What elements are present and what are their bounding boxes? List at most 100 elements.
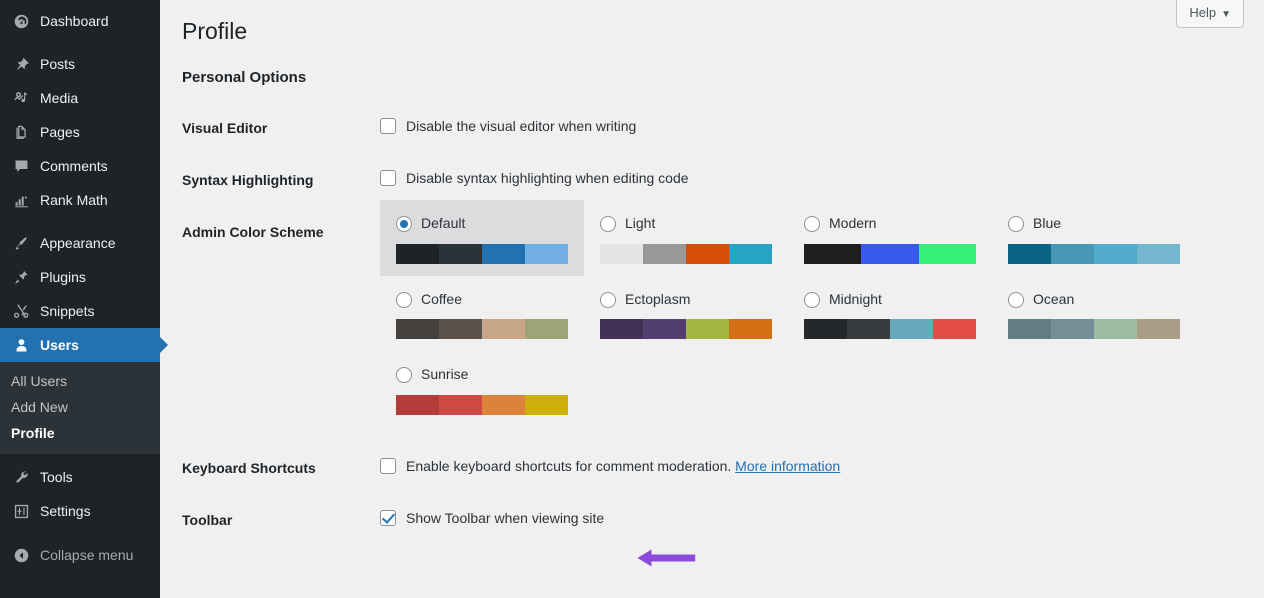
color-swatch-2 — [482, 395, 525, 416]
color-scheme-option-default[interactable]: Default — [380, 200, 584, 276]
sidebar-item-appearance[interactable]: Appearance — [0, 226, 160, 260]
sidebar-item-label: Tools — [40, 469, 73, 485]
color-scheme-option-coffee[interactable]: Coffee — [380, 276, 584, 352]
sidebar-item-collapse-menu[interactable]: Collapse menu — [0, 538, 160, 572]
visual-editor-checkbox[interactable] — [380, 117, 396, 134]
color-scheme-radio[interactable] — [804, 291, 820, 308]
more-information-link[interactable]: More information — [735, 458, 840, 474]
color-scheme-swatches — [396, 243, 568, 264]
toolbar-checkbox-label[interactable]: Show Toolbar when viewing site — [406, 509, 604, 529]
sidebar-item-media[interactable]: Media — [0, 81, 160, 115]
color-scheme-radio[interactable] — [600, 216, 616, 233]
color-scheme-option-blue[interactable]: Blue — [992, 200, 1196, 276]
help-button-label: Help — [1189, 5, 1217, 20]
keyboard-shortcuts-checkbox[interactable] — [380, 458, 396, 475]
color-scheme-option-sunrise[interactable]: Sunrise — [380, 351, 584, 427]
color-scheme-label: Ectoplasm — [625, 290, 691, 307]
sidebar-item-label: Comments — [40, 158, 108, 174]
sidebar-item-settings[interactable]: Settings — [0, 494, 160, 528]
color-swatch-1 — [439, 319, 482, 340]
keyboard-shortcuts-field: Enable keyboard shortcuts for comment mo… — [380, 457, 1254, 477]
color-swatch-1 — [643, 243, 686, 264]
color-scheme-header: Coffee — [396, 290, 568, 310]
color-swatch-0 — [1008, 319, 1051, 340]
color-swatch-1 — [1051, 243, 1094, 264]
color-swatch-1 — [847, 319, 890, 340]
sidebar-item-posts[interactable]: Posts — [0, 47, 160, 81]
scissors-icon — [11, 301, 31, 321]
sidebar-item-pages[interactable]: Pages — [0, 115, 160, 149]
color-swatch-0 — [804, 243, 862, 264]
sidebar-item-tools[interactable]: Tools — [0, 460, 160, 494]
color-scheme-label: Ocean — [1033, 290, 1075, 307]
color-scheme-option-modern[interactable]: Modern — [788, 200, 992, 276]
color-scheme-header: Default — [396, 214, 568, 234]
visual-editor-field: Disable the visual editor when writing — [380, 117, 1254, 137]
visual-editor-checkbox-label[interactable]: Disable the visual editor when writing — [406, 117, 636, 137]
color-scheme-label: Modern — [829, 215, 877, 232]
sidebar-item-plugins[interactable]: Plugins — [0, 260, 160, 294]
row-label-keyboard-shortcuts: Keyboard Shortcuts — [182, 460, 316, 477]
color-scheme-radio[interactable] — [1008, 291, 1024, 308]
color-scheme-radio[interactable] — [804, 216, 820, 233]
keyboard-shortcuts-checkbox-label[interactable]: Enable keyboard shortcuts for comment mo… — [406, 457, 840, 477]
color-scheme-radio[interactable] — [396, 367, 412, 384]
table-row-admin-color-scheme: Admin Color Scheme Default Light Modern Blu… — [160, 200, 1264, 442]
wrench-icon — [11, 467, 31, 487]
row-label-admin-color-scheme: Admin Color Scheme — [182, 224, 324, 241]
syntax-highlighting-checkbox-label[interactable]: Disable syntax highlighting when editing… — [406, 169, 689, 189]
color-scheme-header: Ocean — [1008, 290, 1180, 310]
row-label-syntax-highlighting: Syntax Highlighting — [182, 172, 314, 189]
wp-admin-screen: Dashboard Posts Media Pages Comments Ran… — [0, 0, 1264, 598]
main-content: Help ▼ Profile Personal Options Visual Ed… — [160, 0, 1264, 598]
sidebar-subitem-profile[interactable]: Profile — [0, 420, 160, 446]
syntax-highlighting-checkbox[interactable] — [380, 170, 396, 187]
color-scheme-option-light[interactable]: Light — [584, 200, 788, 276]
sidebar-subitem-all-users[interactable]: All Users — [0, 368, 160, 394]
sidebar-item-label: Users — [40, 337, 79, 353]
sidebar-item-snippets[interactable]: Snippets — [0, 294, 160, 328]
color-scheme-header: Modern — [804, 214, 976, 234]
color-swatch-0 — [600, 319, 643, 340]
color-scheme-option-ocean[interactable]: Ocean — [992, 276, 1196, 352]
submenu-label: Add New — [11, 399, 68, 415]
media-icon — [11, 88, 31, 108]
color-swatch-3 — [525, 395, 568, 416]
color-swatch-0 — [396, 395, 439, 416]
color-scheme-swatches — [396, 319, 568, 340]
color-swatch-1 — [439, 395, 482, 416]
sidebar-item-label: Plugins — [40, 269, 86, 285]
color-scheme-header: Ectoplasm — [600, 290, 772, 310]
color-swatch-3 — [1137, 243, 1180, 264]
color-scheme-label: Coffee — [421, 290, 462, 307]
color-swatch-3 — [1137, 319, 1180, 340]
sidebar-item-users[interactable]: Users — [0, 328, 168, 362]
color-scheme-radio[interactable] — [396, 291, 412, 308]
color-swatch-3 — [525, 243, 568, 264]
color-swatch-3 — [525, 319, 568, 340]
sidebar-subitem-add-new[interactable]: Add New — [0, 394, 160, 420]
color-scheme-option-ectoplasm[interactable]: Ectoplasm — [584, 276, 788, 352]
user-icon — [11, 335, 31, 355]
color-scheme-radio[interactable] — [396, 216, 412, 233]
toolbar-checkbox[interactable] — [380, 510, 396, 527]
table-row-visual-editor: Visual Editor Disable the visual editor … — [160, 102, 1264, 154]
submenu-label: Profile — [11, 425, 55, 441]
dashboard-icon — [11, 11, 31, 31]
color-scheme-label: Blue — [1033, 215, 1062, 232]
syntax-highlighting-field: Disable syntax highlighting when editing… — [380, 169, 1254, 189]
color-swatch-0 — [396, 319, 439, 340]
color-scheme-radio[interactable] — [600, 291, 616, 308]
color-swatch-2 — [686, 243, 729, 264]
sidebar-item-comments[interactable]: Comments — [0, 149, 160, 183]
toolbar-field: Show Toolbar when viewing site — [380, 509, 1254, 529]
color-swatch-2 — [686, 319, 729, 340]
admin-sidebar: Dashboard Posts Media Pages Comments Ran… — [0, 0, 168, 598]
color-scheme-header: Blue — [1008, 214, 1180, 234]
sidebar-item-dashboard[interactable]: Dashboard — [0, 4, 160, 38]
sidebar-item-rank-math[interactable]: Rank Math — [0, 183, 160, 217]
help-button[interactable]: Help ▼ — [1176, 0, 1244, 28]
color-scheme-radio[interactable] — [1008, 216, 1024, 233]
color-scheme-option-midnight[interactable]: Midnight — [788, 276, 992, 352]
sidebar-divider — [0, 38, 160, 47]
